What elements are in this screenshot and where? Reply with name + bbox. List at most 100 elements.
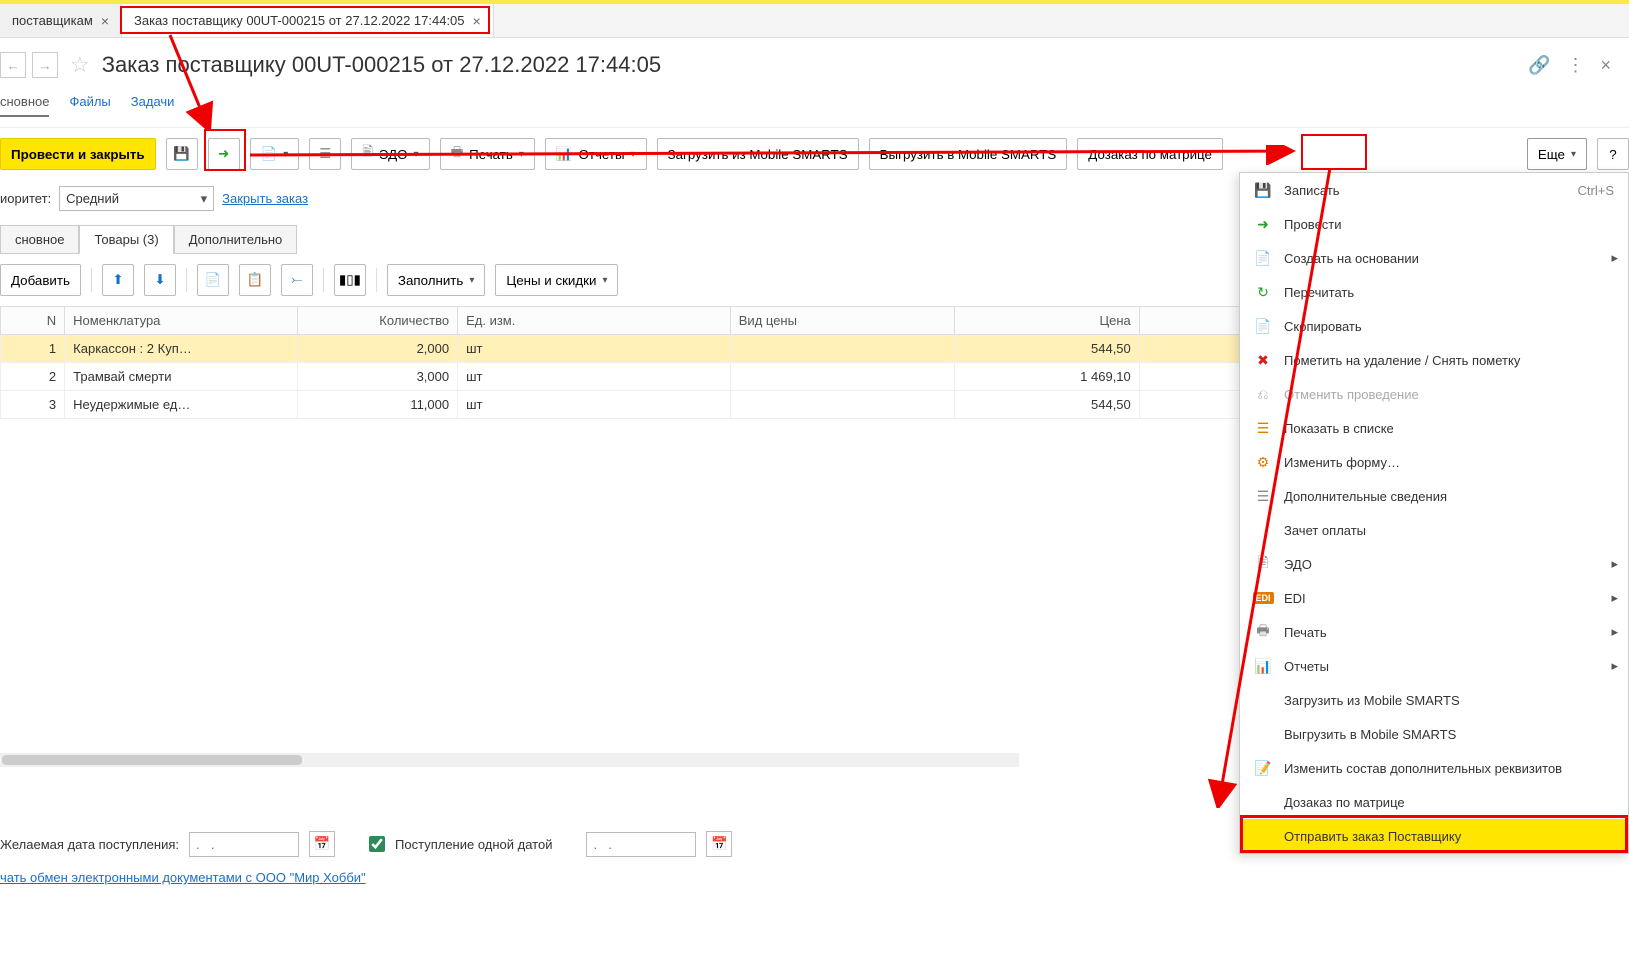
post-and-close-button[interactable]: Провести и закрыть [0,138,156,170]
chevron-right-icon: ▸ [1611,658,1618,674]
calendar-button[interactable]: 📅 [309,831,335,857]
close-icon[interactable]: × [101,13,109,29]
separator [186,268,187,292]
edo-button[interactable]: 🖹ЭДО▾ [351,138,429,170]
col-qty[interactable]: Количество [297,307,457,335]
chevron-down-icon: ▾ [283,149,288,160]
menu-send-order[interactable]: Отправить заказ Поставщику [1240,819,1628,853]
menu-edi[interactable]: EDI EDI ▸ [1240,581,1628,615]
label: Изменить состав дополнительных реквизито… [1284,761,1562,776]
menu-change-extra-props[interactable]: 📝 Изменить состав дополнительных реквизи… [1240,751,1628,785]
chevron-down-icon: ▾ [631,149,636,160]
page-title: Заказ поставщику 00UT-000215 от 27.12.20… [102,52,661,78]
link-icon[interactable]: 🔗 [1528,55,1550,76]
menu-print[interactable]: 🖶 Печать ▸ [1240,615,1628,649]
print-button[interactable]: 🖶Печать▾ [440,138,535,170]
tab-main[interactable]: сновное [0,225,79,254]
close-order-link[interactable]: Закрыть заказ [222,191,308,206]
priority-label: иоритет: [0,191,51,206]
subnav-main[interactable]: сновное [0,94,49,117]
nav-back-button[interactable]: ← [0,52,26,78]
unload-mobile-smarts-button[interactable]: Выгрузить в Mobile SMARTS [869,138,1068,170]
desired-date-input[interactable] [189,832,299,857]
label: Перечитать [1284,285,1354,300]
tab-extra[interactable]: Дополнительно [174,225,298,254]
move-up-button[interactable]: ⬆ [102,264,134,296]
menu-reports[interactable]: 📊 Отчеты ▸ [1240,649,1628,683]
menu-post[interactable]: ➜ Провести [1240,207,1628,241]
menu-record[interactable]: 💾 Записать Ctrl+S [1240,173,1628,207]
cell-price-type [730,391,955,419]
calendar-button-2[interactable]: 📅 [706,831,732,857]
refresh-icon: ↻ [1254,283,1272,301]
col-nomenclature[interactable]: Номенклатура [65,307,298,335]
load-mobile-smarts-button[interactable]: Загрузить из Mobile SMARTS [657,138,859,170]
favorite-star-icon[interactable]: ☆ [70,52,90,78]
close-icon[interactable]: × [473,13,481,29]
copy-icon: 📄 [1254,317,1272,335]
one-date-checkbox[interactable] [369,836,385,852]
paste-button[interactable]: 📋 [239,264,271,296]
menu-dozakaz[interactable]: Дозаказ по матрице [1240,785,1628,819]
col-price[interactable]: Цена [955,307,1139,335]
subnav-tasks[interactable]: Задачи [131,94,175,117]
post-button[interactable]: ➜ [208,138,240,170]
tab-suppliers[interactable]: поставщикам × [0,4,122,37]
calendar-icon: 📅 [711,836,728,852]
more-button[interactable]: Еще▾ [1527,138,1587,170]
col-unit[interactable]: Ед. изм. [458,307,731,335]
create-based-button[interactable]: 📄▾ [250,138,300,170]
save-button[interactable]: 💾 [166,138,198,170]
help-button[interactable]: ? [1597,138,1629,170]
prices-button[interactable]: Цены и скидки▾ [495,264,618,296]
close-icon[interactable]: × [1600,55,1611,76]
help-icon: ? [1609,147,1616,162]
cell-qty: 2,000 [297,335,457,363]
tab-current-order[interactable]: Заказ поставщику 00UT-000215 от 27.12.20… [122,4,494,37]
label: Еще [1538,147,1565,162]
nav-forward-button[interactable]: → [32,52,58,78]
dozakaz-button[interactable]: Дозаказ по матрице [1077,138,1223,170]
priority-select[interactable]: Средний [59,186,214,211]
menu-reread[interactable]: ↻ Перечитать [1240,275,1628,309]
kebab-icon[interactable]: ⋮ [1566,55,1584,76]
menu-load-ms[interactable]: Загрузить из Mobile SMARTS [1240,683,1628,717]
blank-icon [1254,793,1272,811]
menu-additional-info[interactable]: ☰ Дополнительные сведения [1240,479,1628,513]
menu-unload-ms[interactable]: Выгрузить в Mobile SMARTS [1240,717,1628,751]
menu-copy[interactable]: 📄 Скопировать [1240,309,1628,343]
list-icon: ☰ [1254,419,1272,437]
move-down-button[interactable]: ⬇ [144,264,176,296]
menu-create-based[interactable]: 📄 Создать на основании ▸ [1240,241,1628,275]
add-row-button[interactable]: Добавить [0,264,81,296]
subnav: сновное Файлы Задачи [0,86,1629,128]
col-n[interactable]: N [1,307,65,335]
menu-offset-payment[interactable]: Зачет оплаты [1240,513,1628,547]
label: Заполнить [398,273,463,288]
subnav-files[interactable]: Файлы [69,94,110,117]
reports-button[interactable]: 📊Отчеты▾ [545,138,647,170]
props-icon: 📝 [1254,759,1272,777]
cell-n: 2 [1,363,65,391]
save-icon: 💾 [173,146,190,162]
tab-goods[interactable]: Товары (3) [79,225,173,254]
barcode-button[interactable]: ▮▯▮ [334,264,366,296]
split-button[interactable]: ⤚ [281,264,313,296]
menu-mark-delete[interactable]: ✖ Пометить на удаление / Снять пометку [1240,343,1628,377]
menu-edo[interactable]: 🖹 ЭДО ▸ [1240,547,1628,581]
gear-icon: ⚙ [1254,453,1272,471]
label: Выгрузить в Mobile SMARTS [880,147,1057,162]
fill-button[interactable]: Заполнить▾ [387,264,485,296]
delete-icon: ✖ [1254,351,1272,369]
menu-show-in-list[interactable]: ☰ Показать в списке [1240,411,1628,445]
menu-change-form[interactable]: ⚙ Изменить форму… [1240,445,1628,479]
scrollbar-thumb[interactable] [2,755,302,765]
start-edo-link[interactable]: чать обмен электронными документами с ОО… [0,870,366,885]
arrival-date-input[interactable] [586,832,696,857]
cell-nomenclature: Трамвай смерти [65,363,298,391]
col-price-type[interactable]: Вид цены [730,307,955,335]
separator [91,268,92,292]
list-button[interactable]: ☰ [309,138,341,170]
horizontal-scrollbar[interactable] [0,753,1019,767]
copy-button[interactable]: 📄 [197,264,229,296]
